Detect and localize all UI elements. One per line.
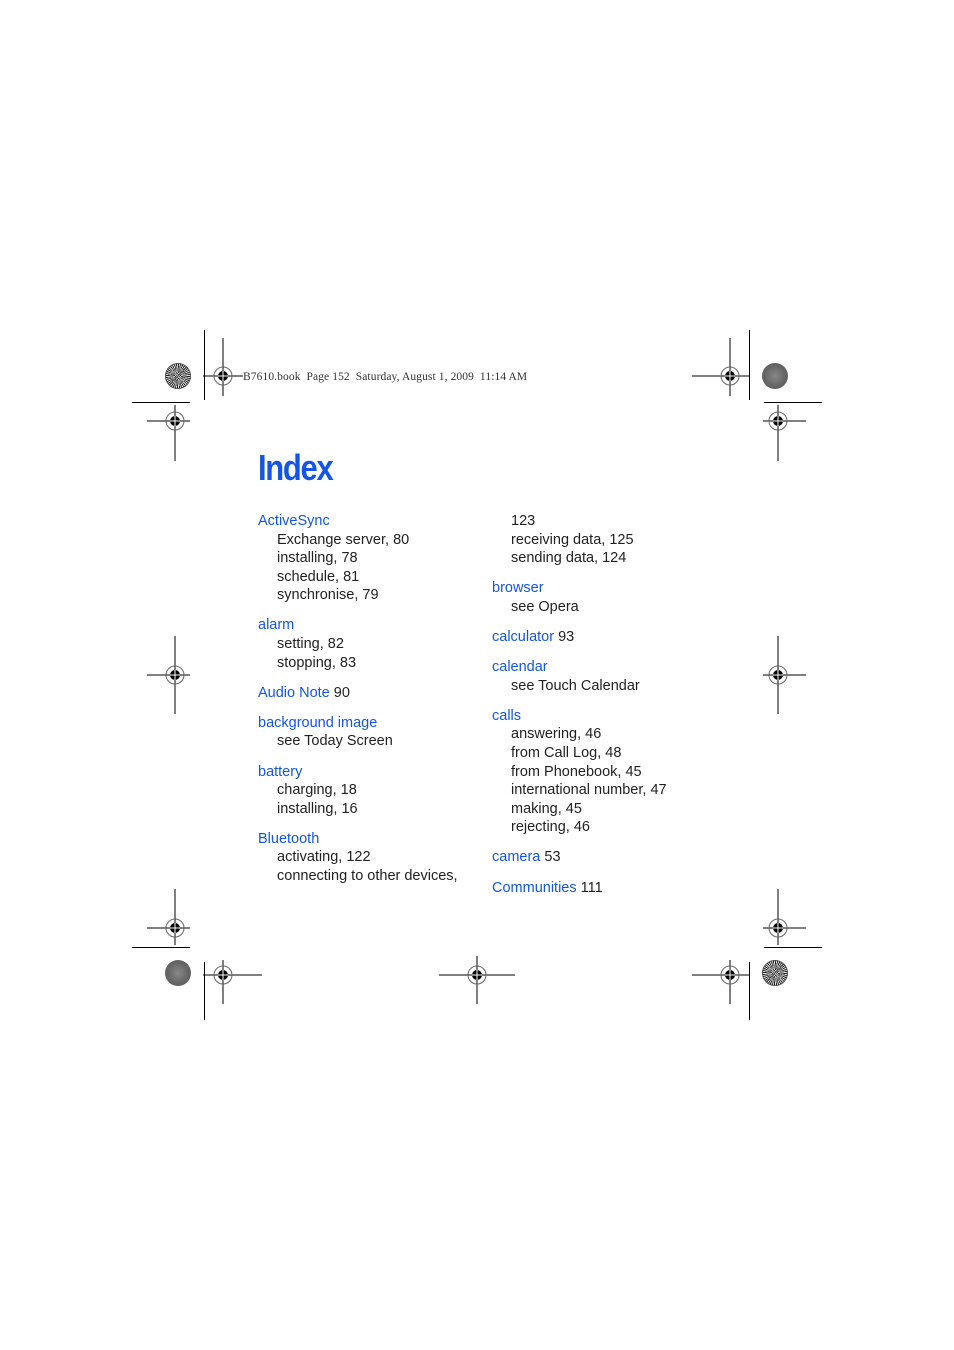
index-page-number: 93 — [558, 628, 575, 645]
index-term-link[interactable]: calculator — [492, 629, 554, 645]
index-subentry: installing, 78 — [277, 550, 358, 567]
index-entry-heading: Audio Note 90 — [258, 684, 478, 703]
index-entry-heading: Communities 111 — [492, 879, 712, 898]
index-entry: Bluetooth activating, 122 connecting to ot… — [258, 830, 478, 886]
index-term-link[interactable]: Audio Note — [258, 685, 330, 701]
index-subentry: activating, 122 — [277, 849, 371, 866]
crop-line — [132, 402, 190, 403]
index-page-number: 90 — [333, 684, 350, 701]
index-subentry: stopping, 83 — [277, 654, 357, 671]
index-entry: alarm setting, 82 stopping, 83 — [258, 616, 478, 672]
index-subentry: setting, 82 — [277, 636, 344, 653]
crosshair-target-icon — [692, 956, 750, 1006]
index-subentry: see Today Screen — [277, 733, 393, 750]
page-title: Index — [258, 447, 334, 488]
index-entry: Communities 111 — [492, 879, 712, 898]
index-entry-heading: alarm — [258, 616, 478, 635]
index-subentry: charging, 18 — [277, 782, 357, 799]
crosshair-target-icon — [763, 889, 819, 945]
index-subentry: schedule, 81 — [277, 568, 360, 585]
index-entry: browser see Opera — [492, 579, 712, 616]
index-entry: Audio Note 90 — [258, 684, 478, 703]
index-entry: background image see Today Screen — [258, 714, 478, 751]
index-subentry: see Opera — [511, 598, 579, 615]
crosshair-target-icon — [439, 956, 517, 1006]
index-entry: calendar see Touch Calendar — [492, 658, 712, 695]
index-subentry: connecting to other devices, — [277, 868, 458, 884]
crosshair-target-icon — [763, 636, 819, 714]
index-entry-heading: calculator 93 — [492, 628, 712, 647]
index-entry-heading: Bluetooth — [258, 830, 478, 849]
index-subentry: synchronise, 79 — [277, 587, 379, 604]
crosshair-target-icon — [692, 338, 750, 416]
index-page-number: 53 — [544, 849, 561, 866]
index-entry-heading: background image — [258, 714, 478, 733]
index-term-link[interactable]: Bluetooth — [258, 831, 319, 847]
index-column-1: ActiveSync Exchange server, 80 installing,… — [258, 512, 478, 897]
index-term-link[interactable]: alarm — [258, 617, 294, 633]
index-subentry: from Phonebook, 45 — [511, 763, 642, 780]
index-subentry: international number, 47 — [511, 782, 667, 799]
index-subentry: answering, 46 — [511, 726, 602, 743]
index-subentry: from Call Log, 48 — [511, 744, 622, 761]
index-entry-heading: camera 53 — [492, 848, 712, 867]
crop-line — [764, 402, 822, 403]
index-term-link[interactable]: Communities — [492, 880, 577, 896]
index-term-link[interactable]: battery — [258, 764, 302, 780]
gray-disk-icon — [762, 363, 788, 389]
index-entry: calls answering, 46 from Call Log, 48 from … — [492, 707, 712, 837]
index-entry: battery charging, 18 installing, 16 — [258, 763, 478, 819]
index-subentry: Exchange server, 80 — [277, 531, 410, 548]
index-term-link[interactable]: camera — [492, 849, 540, 865]
crosshair-target-icon — [203, 956, 263, 1006]
index-term-link[interactable]: ActiveSync — [258, 513, 330, 529]
crosshair-target-icon — [763, 405, 819, 461]
index-subentry: 123 — [511, 513, 536, 529]
index-subentry: sending data, 124 — [511, 550, 627, 567]
index-entry-heading: browser — [492, 579, 712, 598]
index-subentry: receiving data, 125 — [511, 531, 634, 548]
index-entry: ActiveSync Exchange server, 80 installing,… — [258, 512, 478, 605]
index-entry-heading: ActiveSync — [258, 512, 478, 531]
index-subentry: rejecting, 46 — [511, 819, 590, 836]
index-entry: camera 53 — [492, 848, 712, 867]
index-subentry: making, 45 — [511, 800, 582, 817]
index-entry-heading: battery — [258, 763, 478, 782]
crop-line — [132, 947, 190, 948]
index-entry-heading: calls — [492, 707, 712, 726]
print-slug: B7610.book Page 152 Saturday, August 1, … — [243, 371, 528, 383]
crosshair-target-icon — [147, 889, 203, 945]
index-term-link[interactable]: calendar — [492, 659, 548, 675]
index-subentry: see Touch Calendar — [511, 677, 640, 694]
crosshair-target-icon — [203, 338, 243, 416]
crop-line — [764, 947, 822, 948]
crosshair-target-icon — [147, 405, 203, 461]
index-page-number: 111 — [580, 879, 603, 896]
gray-disk-icon — [165, 960, 191, 986]
index-entry-continuation: 123 receiving data, 125 sending data, 124 — [492, 512, 712, 568]
index-subentry: installing, 16 — [277, 800, 358, 817]
index-term-link[interactable]: browser — [492, 580, 544, 596]
index-term-link[interactable]: calls — [492, 708, 521, 724]
starburst-disk-icon — [762, 960, 788, 986]
index-entry: calculator 93 — [492, 628, 712, 647]
starburst-disk-icon — [165, 363, 191, 389]
crosshair-target-icon — [147, 636, 203, 714]
index-term-link[interactable]: background image — [258, 715, 377, 731]
index-column-2: 123 receiving data, 125 sending data, 124 b… — [492, 512, 712, 909]
index-entry-heading: calendar — [492, 658, 712, 677]
